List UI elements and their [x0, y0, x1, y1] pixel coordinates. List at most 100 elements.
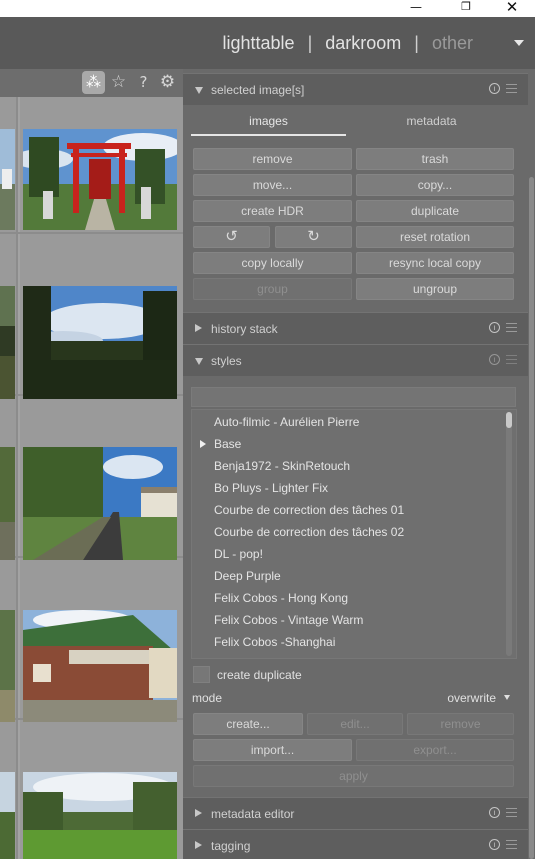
- group-button[interactable]: group: [193, 278, 352, 300]
- chevron-down-icon[interactable]: [504, 695, 510, 700]
- app-header: lighttable | darkroom | other: [0, 17, 535, 69]
- list-item[interactable]: Felix Cobos -Shanghai: [214, 635, 335, 649]
- module-title: tagging: [211, 839, 251, 853]
- thumbnail[interactable]: [0, 286, 15, 399]
- grid-divider: [18, 97, 20, 859]
- presets-menu-icon[interactable]: [506, 323, 517, 333]
- presets-menu-icon[interactable]: [506, 840, 517, 850]
- reset-icon[interactable]: ı: [489, 83, 500, 94]
- list-item[interactable]: Bo Pluys - Lighter Fix: [214, 481, 328, 495]
- expand-arrow-icon: [195, 324, 202, 332]
- list-item[interactable]: Felix Cobos - Vintage Warm: [214, 613, 363, 627]
- thumbnail[interactable]: [23, 129, 177, 230]
- mode-select[interactable]: overwrite: [447, 691, 496, 705]
- presets-menu-icon[interactable]: [506, 84, 517, 94]
- thumbnail[interactable]: [23, 447, 177, 560]
- import-style-button[interactable]: import...: [193, 739, 352, 761]
- caret-down-icon[interactable]: [514, 40, 524, 46]
- expand-arrow-icon[interactable]: [200, 440, 206, 448]
- copy-button[interactable]: copy...: [356, 174, 514, 196]
- thumbnail[interactable]: [23, 772, 177, 859]
- thumbnail-grid: [0, 97, 183, 859]
- duplicate-button[interactable]: duplicate: [356, 200, 514, 222]
- copy-locally-button[interactable]: copy locally: [193, 252, 352, 274]
- module-title: history stack: [211, 322, 278, 336]
- list-item[interactable]: Felix Cobos - Hong Kong: [214, 591, 348, 605]
- thumbnail[interactable]: [0, 447, 15, 560]
- create-style-button[interactable]: create...: [193, 713, 303, 735]
- selected-images-body: images metadata remove trash move... cop…: [183, 106, 528, 312]
- presets-menu-icon[interactable]: [506, 808, 517, 818]
- module-header-metadata-editor[interactable]: metadata editor ı: [183, 797, 528, 829]
- module-title: styles: [211, 354, 242, 368]
- grid-divider: [0, 232, 183, 234]
- thumbnail[interactable]: [23, 286, 177, 399]
- list-item[interactable]: Courbe de correction des tâches 02: [214, 525, 404, 539]
- window-titlebar: — ❐ ✕: [0, 0, 535, 17]
- star-icon[interactable]: ☆: [107, 71, 130, 94]
- styles-search-input[interactable]: [191, 387, 516, 407]
- thumbnail[interactable]: [0, 129, 15, 230]
- scrollbar-thumb[interactable]: [506, 412, 512, 428]
- rotate-cw-icon[interactable]: ↻: [275, 226, 352, 248]
- center-toolbar: ⁂ ☆ ? ⚙: [0, 69, 183, 97]
- list-item[interactable]: Base: [214, 437, 241, 451]
- minimize-icon[interactable]: —: [402, 0, 430, 17]
- mode-label: mode: [192, 691, 223, 705]
- styles-body: Auto-filmic - Aurélien Pierre Base Benja…: [183, 377, 528, 797]
- module-header-tagging[interactable]: tagging ı: [183, 829, 528, 859]
- create-duplicate-label: create duplicate: [217, 668, 302, 682]
- list-item[interactable]: Auto-filmic - Aurélien Pierre: [214, 415, 359, 429]
- view-other[interactable]: other: [432, 33, 473, 54]
- module-header-styles[interactable]: styles ı: [183, 344, 528, 376]
- right-panel-scrollbar[interactable]: [528, 69, 535, 859]
- remove-style-button[interactable]: remove: [407, 713, 514, 735]
- presets-menu-icon[interactable]: [506, 355, 517, 365]
- create-duplicate-checkbox[interactable]: [193, 666, 210, 683]
- help-icon[interactable]: ?: [132, 71, 155, 94]
- right-panel: selected image[s] ı images metadata remo…: [183, 69, 528, 859]
- reset-icon[interactable]: ı: [489, 354, 500, 365]
- gear-icon[interactable]: ⚙: [156, 71, 179, 94]
- scrollbar-thumb[interactable]: [529, 177, 534, 859]
- resync-local-copy-button[interactable]: resync local copy: [356, 252, 514, 274]
- module-header-selected-images[interactable]: selected image[s] ı: [183, 73, 528, 105]
- grouping-icon[interactable]: ⁂: [82, 71, 105, 94]
- list-item[interactable]: DL - pop!: [214, 547, 263, 561]
- remove-button[interactable]: remove: [193, 148, 352, 170]
- expand-arrow-icon: [195, 841, 202, 849]
- thumbnail[interactable]: [0, 610, 15, 722]
- tab-metadata[interactable]: metadata: [354, 114, 509, 136]
- expand-arrow-icon: [195, 809, 202, 817]
- list-item[interactable]: Benja1972 - SkinRetouch: [214, 459, 350, 473]
- view-separator: |: [414, 33, 419, 53]
- thumbnail[interactable]: [0, 772, 15, 859]
- expand-arrow-icon: [195, 87, 203, 94]
- styles-list[interactable]: Auto-filmic - Aurélien Pierre Base Benja…: [191, 409, 517, 659]
- view-lighttable[interactable]: lighttable: [223, 33, 295, 54]
- create-hdr-button[interactable]: create HDR: [193, 200, 352, 222]
- styles-list-scrollbar[interactable]: [506, 412, 512, 656]
- module-title: selected image[s]: [211, 83, 305, 97]
- list-item[interactable]: Deep Purple: [214, 569, 281, 583]
- list-item[interactable]: Courbe de correction des tâches 01: [214, 503, 404, 517]
- expand-arrow-icon: [195, 358, 203, 365]
- reset-rotation-button[interactable]: reset rotation: [356, 226, 514, 248]
- ungroup-button[interactable]: ungroup: [356, 278, 514, 300]
- close-icon[interactable]: ✕: [498, 0, 526, 17]
- apply-style-button[interactable]: apply: [193, 765, 514, 787]
- reset-icon[interactable]: ı: [489, 807, 500, 818]
- move-button[interactable]: move...: [193, 174, 352, 196]
- trash-button[interactable]: trash: [356, 148, 514, 170]
- module-title: metadata editor: [211, 807, 295, 821]
- export-style-button[interactable]: export...: [356, 739, 514, 761]
- edit-style-button[interactable]: edit...: [307, 713, 403, 735]
- rotate-ccw-icon[interactable]: ↺: [193, 226, 270, 248]
- module-header-history-stack[interactable]: history stack ı: [183, 312, 528, 344]
- view-darkroom[interactable]: darkroom: [325, 33, 401, 54]
- reset-icon[interactable]: ı: [489, 322, 500, 333]
- reset-icon[interactable]: ı: [489, 839, 500, 850]
- thumbnail[interactable]: [23, 610, 177, 722]
- restore-icon[interactable]: ❐: [452, 0, 480, 17]
- tab-images[interactable]: images: [191, 114, 346, 136]
